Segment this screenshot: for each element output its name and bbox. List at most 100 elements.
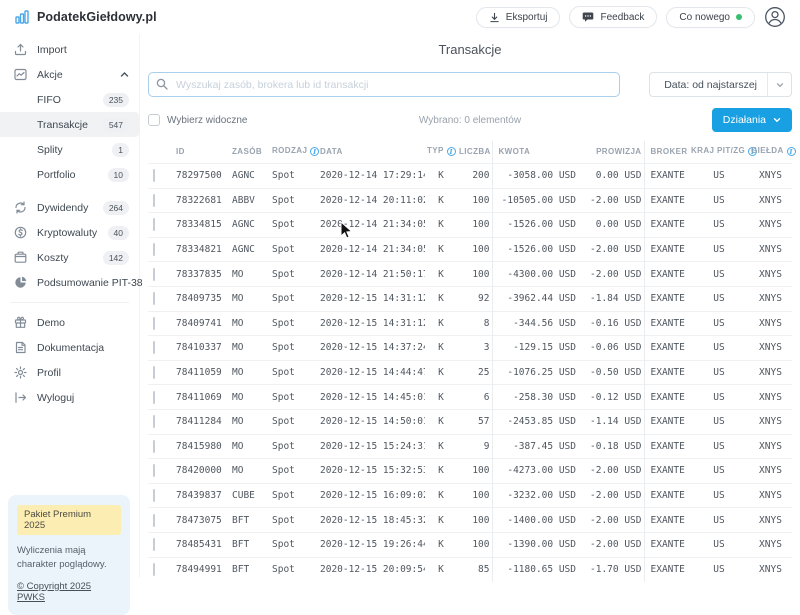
row-checkbox[interactable] [153,538,155,551]
cell-exchange: XNYS [749,336,792,361]
row-checkbox[interactable] [153,415,155,428]
sidebar-item-transakcje[interactable]: Transakcje 547 [0,112,139,137]
table-row[interactable]: 78409741 MO Spot 2020-12-15 14:31:12 K 8… [148,311,792,336]
column-header-broker[interactable]: BROKER [644,141,689,164]
sort-dropdown[interactable]: Data: od najstarszej [649,72,792,97]
column-header-kraj[interactable]: KRAJ PIT/ZG [689,141,749,164]
row-checkbox[interactable] [153,169,155,182]
cell-kind: Spot [270,385,318,410]
brand-logo[interactable]: PodatekGiełdowy.pl [14,9,157,25]
cell-qty: 100 [457,532,492,557]
table-row[interactable]: 78322681 ABBV Spot 2020-12-14 20:11:02 K… [148,188,792,213]
sidebar-item-label: Profil [37,367,129,379]
row-checkbox[interactable] [153,292,155,305]
cell-kind: Spot [270,286,318,311]
row-checkbox[interactable] [153,391,155,404]
column-header-liczba[interactable]: LICZBA [457,141,492,164]
whats-new-button[interactable]: Co nowego [666,7,755,28]
row-checkbox-cell [148,262,174,287]
actions-button[interactable]: Działania [712,108,792,132]
table-row[interactable]: 78439837 CUBE Spot 2020-12-15 16:09:02 K… [148,483,792,508]
sidebar-item-fifo[interactable]: FIFO 235 [0,87,139,112]
row-checkbox[interactable] [153,194,155,207]
cell-date: 2020-12-14 21:34:05 [318,213,425,238]
sidebar-item-demo[interactable]: Demo [0,310,139,335]
table-row[interactable]: 78411069 MO Spot 2020-12-15 14:45:01 K 6… [148,385,792,410]
sidebar-item-splity[interactable]: Splity 1 [0,137,139,162]
sidebar-item-dywidendy[interactable]: Dywidendy 264 [0,195,139,220]
row-checkbox[interactable] [153,514,155,527]
sidebar-item-koszty[interactable]: Koszty 142 [0,245,139,270]
sidebar-item-profil[interactable]: Profil [0,360,139,385]
select-visible-control[interactable]: Wybierz widoczne [148,114,248,126]
cell-country: US [689,311,749,336]
table-row[interactable]: 78337835 MO Spot 2020-12-14 21:50:17 K 1… [148,262,792,287]
row-checkbox[interactable] [153,489,155,502]
table-row[interactable]: 78297500 AGNC Spot 2020-12-14 17:29:14 K… [148,164,792,189]
cell-date: 2020-12-15 15:24:31 [318,434,425,459]
column-header-typ[interactable]: TYP [425,141,457,164]
table-row[interactable]: 78473075 BFT Spot 2020-12-15 18:45:32 K … [148,508,792,533]
user-avatar[interactable] [764,6,786,28]
feedback-button[interactable]: Feedback [569,6,657,28]
info-icon[interactable] [310,147,319,156]
table-row[interactable]: 78409735 MO Spot 2020-12-15 14:31:12 K 9… [148,286,792,311]
table-row[interactable]: 78334821 AGNC Spot 2020-12-14 21:34:05 K… [148,237,792,262]
cell-id: 78297500 [174,164,230,189]
table-row[interactable]: 78485431 BFT Spot 2020-12-15 19:26:44 K … [148,532,792,557]
sort-dropdown-value: Data: od najstarszej [650,79,767,91]
selection-toolbar: Wybierz widoczne Wybrano: 0 elementów Dz… [148,108,792,132]
sidebar-item-dokumentacja[interactable]: Dokumentacja [0,335,139,360]
sidebar-item-label: Dywidendy [37,202,103,214]
cell-kind: Spot [270,336,318,361]
cell-amount: -258.30 USD [492,385,578,410]
sidebar-item-akcje[interactable]: Akcje [0,62,139,87]
select-visible-checkbox[interactable] [148,114,160,126]
column-header-rodzaj[interactable]: RODZAJ [270,141,318,164]
table-row[interactable]: 78411059 MO Spot 2020-12-15 14:44:47 K 2… [148,360,792,385]
copyright-link[interactable]: © Copyright 2025 PWKS [17,581,121,603]
row-checkbox-cell [148,164,174,189]
table-row[interactable]: 78411284 MO Spot 2020-12-15 14:50:01 K 5… [148,409,792,434]
column-header-gielda[interactable]: GIEŁDA [749,141,792,164]
column-header-prowizja[interactable]: PROWIZJA [578,141,644,164]
sidebar-item-wyloguj[interactable]: Wyloguj [0,385,139,410]
cell-id: 78409741 [174,311,230,336]
row-checkbox[interactable] [153,366,155,379]
column-header-zasob[interactable]: ZASÓB [230,141,270,164]
info-icon[interactable] [447,147,456,156]
row-checkbox[interactable] [153,268,155,281]
sidebar-item-portfolio[interactable]: Portfolio 10 [0,162,139,187]
table-row[interactable]: 78410337 MO Spot 2020-12-15 14:37:24 K 3… [148,336,792,361]
row-checkbox[interactable] [153,563,155,576]
cell-amount: -129.15 USD [492,336,578,361]
row-checkbox[interactable] [153,243,155,256]
search-input[interactable] [148,72,620,97]
cell-exchange: XNYS [749,262,792,287]
cell-qty: 100 [457,459,492,484]
cell-country: US [689,237,749,262]
cell-asset: MO [230,409,270,434]
cell-broker: EXANTE [644,336,689,361]
info-icon[interactable] [787,147,796,156]
table-row[interactable]: 78420000 MO Spot 2020-12-15 15:32:53 K 1… [148,459,792,484]
export-button[interactable]: Eksportuj [476,7,561,28]
row-checkbox[interactable] [153,341,155,354]
row-checkbox[interactable] [153,464,155,477]
cell-fee: -1.84 USD [578,286,644,311]
premium-badge: Pakiet Premium 2025 [17,505,121,535]
column-header-kwota[interactable]: KWOTA [492,141,578,164]
column-header-data[interactable]: DATA [318,141,425,164]
cell-date: 2020-12-15 14:37:24 [318,336,425,361]
table-row[interactable]: 78334815 AGNC Spot 2020-12-14 21:34:05 K… [148,213,792,238]
sidebar-item-kryptowaluty[interactable]: Kryptowaluty 40 [0,220,139,245]
sidebar-item-pit38[interactable]: Podsumowanie PIT-38 [0,270,139,295]
cell-side: K [425,385,457,410]
column-header-id[interactable]: ID [174,141,230,164]
table-row[interactable]: 78415980 MO Spot 2020-12-15 15:24:31 K 9… [148,434,792,459]
row-checkbox[interactable] [153,218,155,231]
cell-id: 78485431 [174,532,230,557]
row-checkbox[interactable] [153,440,155,453]
row-checkbox[interactable] [153,317,155,330]
sidebar-item-import[interactable]: Import [0,37,139,62]
